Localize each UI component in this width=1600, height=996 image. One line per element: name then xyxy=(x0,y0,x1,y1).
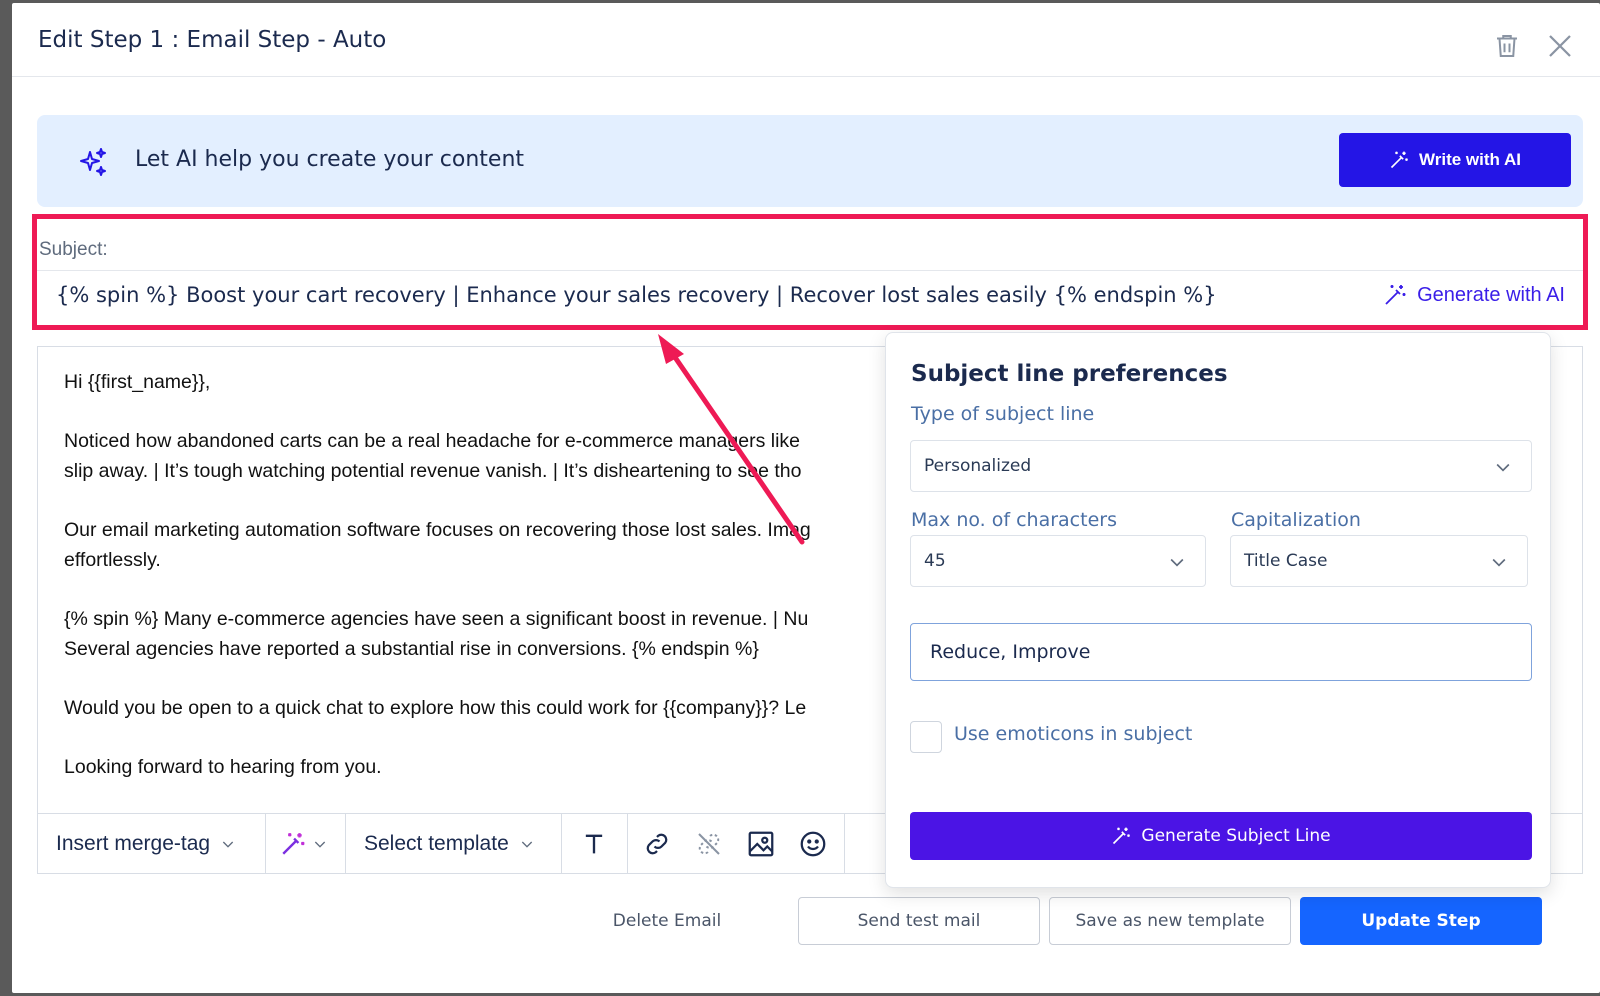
use-emoticons-label: Use emoticons in subject xyxy=(954,723,1193,745)
chevron-down-icon xyxy=(521,841,532,848)
body-paragraph: Our email marketing automation software … xyxy=(64,519,811,571)
modal-header: Edit Step 1 : Email Step - Auto xyxy=(12,3,1600,77)
insert-merge-tag-dropdown[interactable]: Insert merge-tag xyxy=(38,814,266,873)
sparkle-icon xyxy=(80,148,106,176)
email-body-text[interactable]: Hi {{first_name}}, Noticed how abandoned… xyxy=(64,367,924,787)
subject-label: Subject: xyxy=(39,239,108,260)
merge-tag-label: Insert merge-tag xyxy=(56,831,211,855)
capitalization-select[interactable]: Title Case xyxy=(1230,535,1528,587)
subject-line-preferences-panel: Subject line preferences Type of subject… xyxy=(885,332,1551,888)
write-with-ai-label: Write with AI xyxy=(1419,150,1521,169)
chevron-down-icon xyxy=(222,841,234,848)
subject-section: Subject: {% spin %} Boost your cart reco… xyxy=(32,214,1588,330)
body-paragraph: Would you be open to a quick chat to exp… xyxy=(64,697,807,719)
keywords-input[interactable]: Reduce, Improve xyxy=(910,623,1532,681)
close-icon[interactable] xyxy=(1545,31,1575,61)
type-of-subject-line-label: Type of subject line xyxy=(911,403,1095,425)
ai-wand-dropdown[interactable] xyxy=(266,814,346,873)
chevron-down-icon xyxy=(314,841,326,848)
magic-wand-icon xyxy=(1390,151,1408,169)
generate-subject-line-label: Generate Subject Line xyxy=(1141,826,1331,846)
use-emoticons-checkbox[interactable] xyxy=(910,721,942,753)
chevron-down-icon xyxy=(1170,558,1184,567)
generate-with-ai-link[interactable]: Generate with AI xyxy=(1383,283,1565,307)
ai-banner: Let AI help you create your content Writ… xyxy=(37,115,1583,207)
link-icon[interactable] xyxy=(642,829,672,859)
subject-input-row[interactable]: {% spin %} Boost your cart recovery | En… xyxy=(37,270,1583,325)
image-icon[interactable] xyxy=(746,829,776,859)
max-characters-value: 45 xyxy=(924,551,946,571)
body-paragraph: Hi {{first_name}}, xyxy=(64,371,211,393)
update-step-button[interactable]: Update Step xyxy=(1300,897,1542,945)
type-of-subject-line-value: Personalized xyxy=(924,456,1032,476)
unlink-icon[interactable] xyxy=(694,829,724,859)
modal-title: Edit Step 1 : Email Step - Auto xyxy=(38,27,387,53)
select-template-dropdown[interactable]: Select template xyxy=(346,814,562,873)
select-template-label: Select template xyxy=(364,831,509,855)
delete-email-button[interactable]: Delete Email xyxy=(592,897,742,945)
body-paragraph: Noticed how abandoned carts can be a rea… xyxy=(64,430,802,482)
capitalization-value: Title Case xyxy=(1244,551,1328,571)
save-as-new-template-button[interactable]: Save as new template xyxy=(1049,897,1291,945)
generate-subject-line-button[interactable]: Generate Subject Line xyxy=(910,812,1532,860)
emoji-icon[interactable] xyxy=(798,829,828,859)
chevron-down-icon xyxy=(1492,558,1506,567)
magic-wand-icon xyxy=(1385,285,1406,305)
body-paragraph: Looking forward to hearing from you. xyxy=(64,756,382,778)
type-of-subject-line-select[interactable]: Personalized xyxy=(910,440,1532,492)
body-paragraph: {% spin %} Many e-commerce agencies have… xyxy=(64,608,809,660)
chevron-down-icon xyxy=(1496,463,1510,472)
send-test-mail-button[interactable]: Send test mail xyxy=(798,897,1040,945)
capitalization-label: Capitalization xyxy=(1231,509,1361,531)
generate-with-ai-label: Generate with AI xyxy=(1417,283,1565,306)
magic-wand-icon xyxy=(282,832,305,855)
subject-input[interactable]: {% spin %} Boost your cart recovery | En… xyxy=(56,283,1217,307)
max-characters-select[interactable]: 45 xyxy=(910,535,1206,587)
preferences-title: Subject line preferences xyxy=(911,361,1228,387)
ai-banner-text: Let AI help you create your content xyxy=(135,147,525,172)
toolbar-divider xyxy=(844,814,845,873)
trash-icon[interactable] xyxy=(1492,31,1522,61)
text-format-button[interactable] xyxy=(562,814,628,873)
max-characters-label: Max no. of characters xyxy=(911,509,1117,531)
keywords-value: Reduce, Improve xyxy=(930,641,1091,663)
write-with-ai-button[interactable]: Write with AI xyxy=(1339,133,1571,187)
text-format-icon xyxy=(585,834,603,853)
magic-wand-icon xyxy=(1113,827,1131,845)
